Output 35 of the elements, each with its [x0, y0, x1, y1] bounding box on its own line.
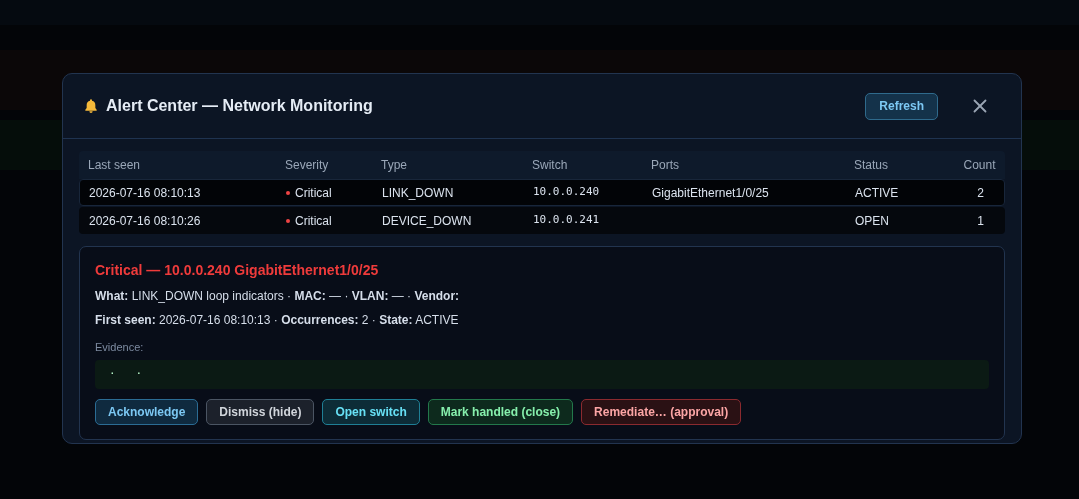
action-button[interactable]: Dismiss (hide) — [206, 398, 315, 425]
detail-heading: Critical — 10.0.0.240 GigabitEthernet1/0/25 — [95, 261, 380, 280]
table-cell-text: 10.0.0.240 — [533, 184, 601, 201]
dialog-title: Alert Center — Network Monitoring — [106, 96, 373, 116]
column-header: Type — [381, 157, 408, 174]
action-button[interactable]: Acknowledge — [95, 398, 199, 425]
column-header: Last seen — [88, 157, 142, 174]
table-cell-text: 1 — [977, 212, 984, 230]
table-cell-text: 10.0.0.241 — [533, 212, 601, 229]
column-header: Severity — [285, 157, 330, 174]
alert-row[interactable]: 2026-07-16 08:10:13 Critical LINK_DOWN 10.0.0.240 GigabitEthernet1/0/25 ACTIVE 2 — [79, 179, 1005, 206]
column-header: Status — [854, 157, 890, 174]
bell-icon — [83, 98, 99, 114]
evidence-text: · · — [109, 365, 143, 382]
detail-line: What: LINK_DOWN loop indicators · MAC: — · VLAN: — · Vendor: — [95, 288, 461, 305]
table-cell-text: LINK_DOWN — [382, 184, 455, 202]
action-button[interactable]: Open switch — [322, 398, 420, 425]
table-cell-text: ACTIVE — [855, 184, 900, 202]
table-cell-text: 2 — [977, 184, 984, 202]
table-cell-text: 2026-07-16 08:10:26 — [89, 212, 202, 230]
action-button[interactable]: Remediate… (approval) — [581, 398, 742, 425]
column-header: Count — [963, 157, 996, 174]
table-cell-text: OPEN — [855, 212, 890, 230]
table-cell-text: Critical — [295, 212, 332, 230]
alert-row[interactable]: 2026-07-16 08:10:26 Critical DEVICE_DOWN 10.0.0.241 OPEN 1 — [79, 207, 1005, 234]
table-cell-text: DEVICE_DOWN — [382, 212, 473, 230]
table-cell-text: Critical — [295, 184, 332, 202]
table-cell-text: 2026-07-16 08:10:13 — [89, 184, 202, 202]
column-header: Ports — [651, 157, 680, 174]
refresh-button[interactable]: Refresh — [865, 92, 938, 120]
column-header: Switch — [532, 157, 569, 174]
table-cell-text: GigabitEthernet1/0/25 — [652, 184, 770, 202]
action-button[interactable]: Mark handled (close) — [427, 398, 574, 425]
evidence-label: Evidence: — [95, 340, 145, 355]
detail-line: First seen: 2026-07-16 08:10:13 · Occurrences: 2 · State: ACTIVE — [95, 312, 460, 329]
